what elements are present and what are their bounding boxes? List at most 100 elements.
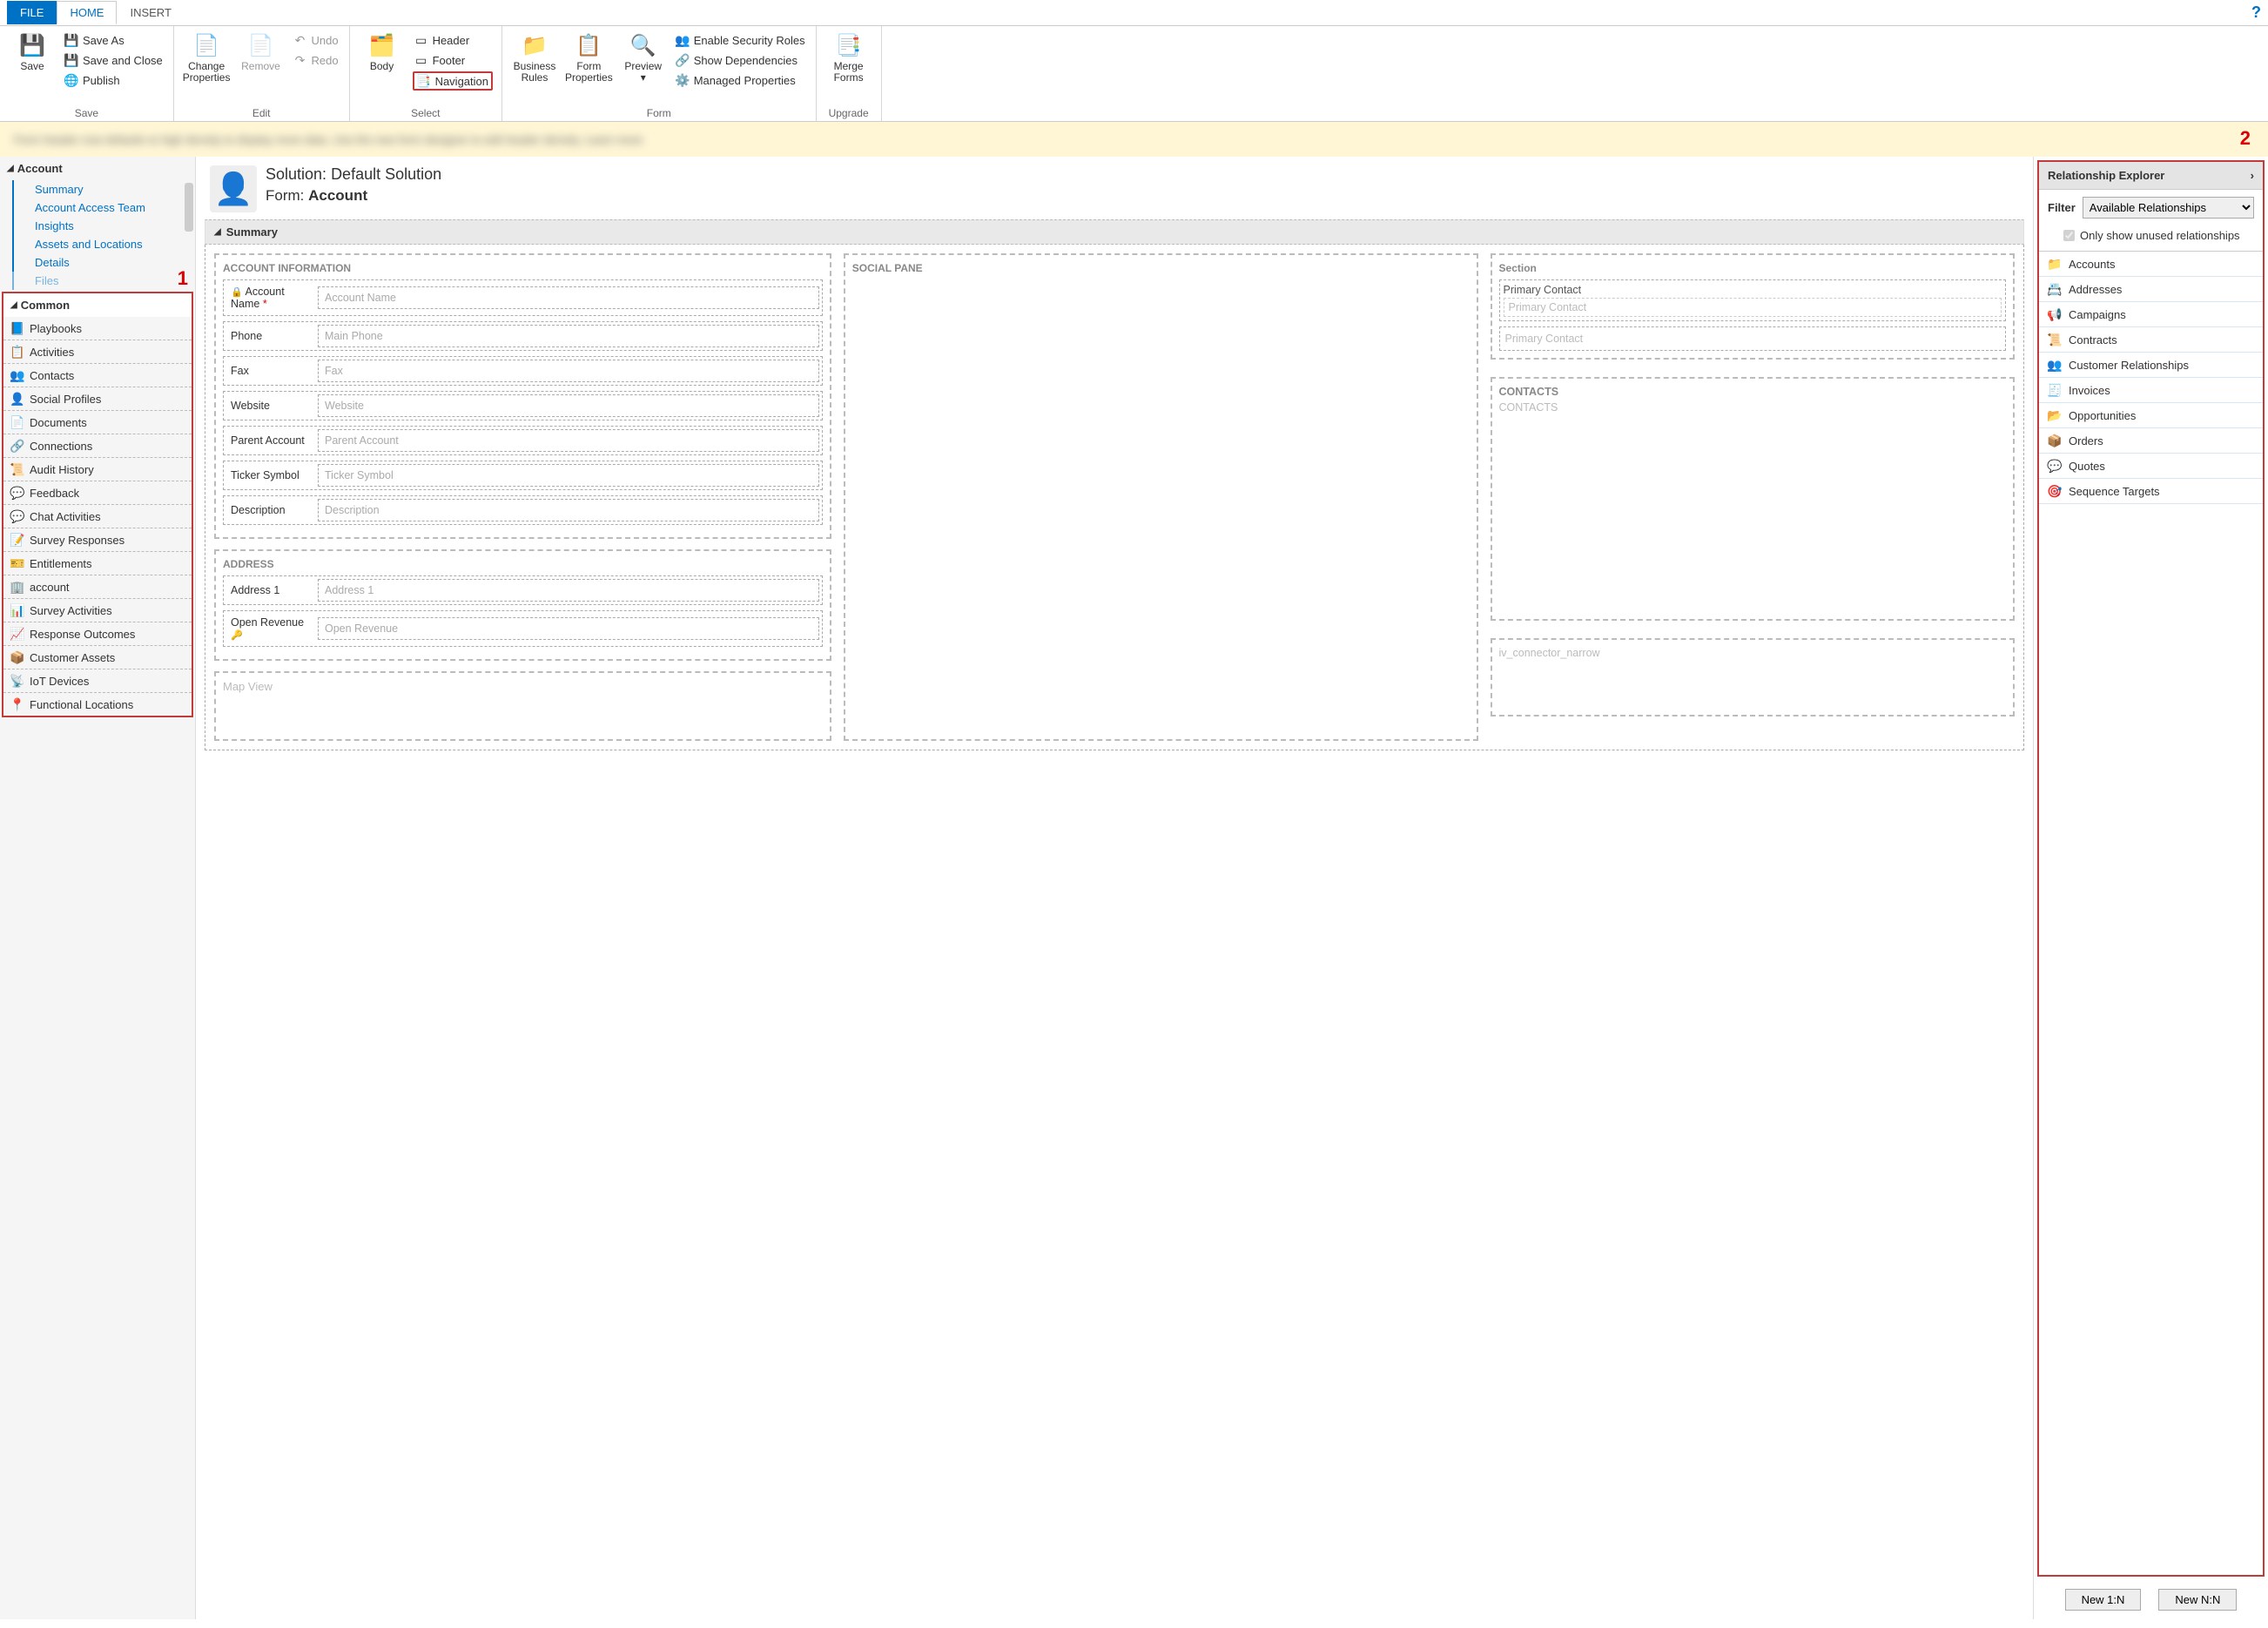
field-fax[interactable]: FaxFax xyxy=(223,356,823,386)
relationship-item-accounts[interactable]: 📁Accounts xyxy=(2039,252,2263,277)
chevron-right-icon[interactable]: › xyxy=(2251,169,2254,182)
common-item-survey-responses[interactable]: 📝Survey Responses xyxy=(3,528,192,552)
tab-insert[interactable]: INSERT xyxy=(117,1,184,24)
common-item-response-outcomes[interactable]: 📈Response Outcomes xyxy=(3,622,192,646)
business-rules-button[interactable]: 📁 Business Rules xyxy=(511,31,558,84)
field-ticker[interactable]: Ticker SymbolTicker Symbol xyxy=(223,461,823,490)
input-address1[interactable]: Address 1 xyxy=(318,579,819,602)
social-pane-section[interactable]: SOCIAL PANE xyxy=(844,253,1478,741)
relationship-item-invoices[interactable]: 🧾Invoices xyxy=(2039,378,2263,403)
address-section[interactable]: ADDRESS Address 1Address 1 Open Revenue🔑… xyxy=(214,549,831,661)
relationship-item-campaigns[interactable]: 📢Campaigns xyxy=(2039,302,2263,327)
field-parent-account[interactable]: Parent AccountParent Account xyxy=(223,426,823,455)
publish-button[interactable]: 🌐Publish xyxy=(63,71,165,89)
input-parent-account[interactable]: Parent Account xyxy=(318,429,819,452)
filter-select[interactable]: Available Relationships xyxy=(2083,197,2254,219)
field-address1[interactable]: Address 1Address 1 xyxy=(223,575,823,605)
relationship-item-sequence-targets[interactable]: 🎯Sequence Targets xyxy=(2039,479,2263,504)
relationship-item-orders[interactable]: 📦Orders xyxy=(2039,428,2263,454)
field-primary-contact[interactable]: Primary Contact Primary Contact xyxy=(1499,279,2006,321)
save-close-button[interactable]: 💾Save and Close xyxy=(63,51,165,69)
common-item-activities[interactable]: 📋Activities xyxy=(3,340,192,364)
common-item-contacts[interactable]: 👥Contacts xyxy=(3,364,192,387)
header-button[interactable]: ▭Header xyxy=(413,31,493,49)
input-phone[interactable]: Main Phone xyxy=(318,325,819,347)
undo-button[interactable]: ↶Undo xyxy=(291,31,340,49)
change-properties-button[interactable]: 📄 Change Properties xyxy=(183,31,231,84)
primary-contact-display[interactable]: Primary Contact xyxy=(1499,326,2006,351)
save-button[interactable]: 💾 Save xyxy=(9,31,56,72)
nav-link-insights[interactable]: Insights xyxy=(12,217,195,235)
only-unused-checkbox[interactable] xyxy=(2063,230,2075,241)
new-1n-button[interactable]: New 1:N xyxy=(2065,1589,2142,1611)
common-item-feedback[interactable]: 💬Feedback xyxy=(3,481,192,505)
entity-icon: 📦 xyxy=(10,650,24,664)
common-item-entitlements[interactable]: 🎫Entitlements xyxy=(3,552,192,575)
only-unused-checkbox-row[interactable]: Only show unused relationships xyxy=(2039,225,2263,252)
field-open-revenue[interactable]: Open Revenue🔑Open Revenue xyxy=(223,610,823,647)
account-information-section[interactable]: ACCOUNT INFORMATION 🔒 Account Name * Acc… xyxy=(214,253,831,539)
common-item-survey-activities[interactable]: 📊Survey Activities xyxy=(3,599,192,622)
help-icon[interactable]: ? xyxy=(2251,3,2261,22)
contacts-grid[interactable]: CONTACTS xyxy=(1499,401,2006,414)
field-phone[interactable]: PhoneMain Phone xyxy=(223,321,823,351)
relationship-filter-row: Filter Available Relationships xyxy=(2039,190,2263,225)
field-description[interactable]: DescriptionDescription xyxy=(223,495,823,525)
common-item-playbooks[interactable]: 📘Playbooks xyxy=(3,317,192,340)
common-item-documents[interactable]: 📄Documents xyxy=(3,411,192,434)
relationship-explorer-header[interactable]: Relationship Explorer › xyxy=(2039,162,2263,190)
tab-file[interactable]: FILE xyxy=(7,1,57,24)
input-ticker[interactable]: Ticker Symbol xyxy=(318,464,819,487)
primary-contact-section[interactable]: Section Primary Contact Primary Contact … xyxy=(1491,253,2015,360)
navigation-button[interactable]: 📑Navigation xyxy=(413,71,493,91)
contacts-section[interactable]: CONTACTS CONTACTS xyxy=(1491,377,2015,621)
input-website[interactable]: Website xyxy=(318,394,819,417)
relationship-item-opportunities[interactable]: 📂Opportunities xyxy=(2039,403,2263,428)
input-description[interactable]: Description xyxy=(318,499,819,521)
body-button[interactable]: 🗂️ Body xyxy=(359,31,406,72)
common-item-functional-locations[interactable]: 📍Functional Locations xyxy=(3,693,192,716)
summary-tab-header[interactable]: ◢Summary xyxy=(205,219,2024,245)
redo-button[interactable]: ↷Redo xyxy=(291,51,340,69)
security-roles-button[interactable]: 👥Enable Security Roles xyxy=(674,31,807,49)
managed-properties-button[interactable]: ⚙️Managed Properties xyxy=(674,71,807,89)
relationship-item-addresses[interactable]: 📇Addresses xyxy=(2039,277,2263,302)
field-website[interactable]: WebsiteWebsite xyxy=(223,391,823,420)
common-item-chat-activities[interactable]: 💬Chat Activities xyxy=(3,505,192,528)
input-primary-contact[interactable]: Primary Contact xyxy=(1504,298,2002,317)
iv-connector-section[interactable]: iv_connector_narrow xyxy=(1491,638,2015,716)
tab-home[interactable]: HOME xyxy=(57,1,117,24)
merge-forms-button[interactable]: 📑 Merge Forms xyxy=(825,31,872,84)
preview-button[interactable]: 🔍 Preview▾ xyxy=(620,31,667,84)
show-dependencies-button[interactable]: 🔗Show Dependencies xyxy=(674,51,807,69)
scrollbar-thumb[interactable] xyxy=(185,183,193,232)
collapse-icon: ◢ xyxy=(10,300,17,310)
common-item-customer-assets[interactable]: 📦Customer Assets xyxy=(3,646,192,669)
save-as-button[interactable]: 💾Save As xyxy=(63,31,165,49)
new-nn-button[interactable]: New N:N xyxy=(2158,1589,2237,1611)
nav-link-files[interactable]: Files xyxy=(12,272,195,290)
nav-link-account-access-team[interactable]: Account Access Team xyxy=(12,198,195,217)
account-tree-header[interactable]: ◢Account xyxy=(0,157,195,180)
remove-button[interactable]: 📄 Remove xyxy=(237,31,284,72)
relationship-item-customer-relationships[interactable]: 👥Customer Relationships xyxy=(2039,353,2263,378)
form-properties-button[interactable]: 📋 Form Properties xyxy=(565,31,613,84)
input-open-revenue[interactable]: Open Revenue xyxy=(318,617,819,640)
nav-link-details[interactable]: Details xyxy=(12,253,195,272)
nav-link-assets-and-locations[interactable]: Assets and Locations xyxy=(12,235,195,253)
field-account-name[interactable]: 🔒 Account Name * Account Name xyxy=(223,279,823,316)
common-item-audit-history[interactable]: 📜Audit History xyxy=(3,458,192,481)
relationship-item-quotes[interactable]: 💬Quotes xyxy=(2039,454,2263,479)
nav-link-summary[interactable]: Summary xyxy=(12,180,195,198)
map-view-section[interactable]: Map View xyxy=(214,671,831,741)
common-tree-header[interactable]: ◢Common xyxy=(3,293,192,317)
relationship-item-contracts[interactable]: 📜Contracts xyxy=(2039,327,2263,353)
input-account-name[interactable]: Account Name xyxy=(318,286,819,309)
common-item-social-profiles[interactable]: 👤Social Profiles xyxy=(3,387,192,411)
common-item-connections[interactable]: 🔗Connections xyxy=(3,434,192,458)
input-fax[interactable]: Fax xyxy=(318,360,819,382)
navigation-icon: 📑 xyxy=(417,74,431,88)
footer-button[interactable]: ▭Footer xyxy=(413,51,493,69)
common-item-iot-devices[interactable]: 📡IoT Devices xyxy=(3,669,192,693)
common-item-account[interactable]: 🏢account xyxy=(3,575,192,599)
